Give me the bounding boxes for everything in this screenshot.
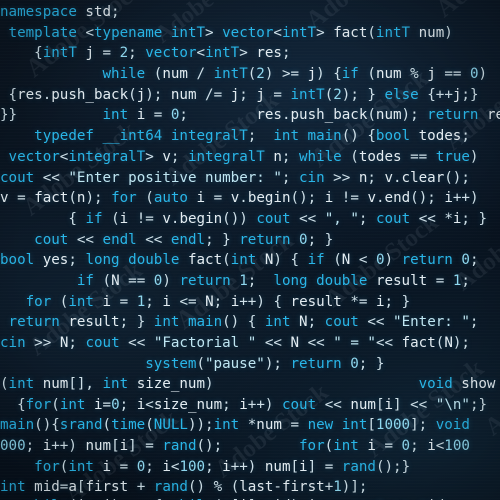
code-line: bool yes; long double fact(int N) { if (… bbox=[0, 252, 479, 268]
code-line: {res.push_back(j); num /= j; j = intT(2)… bbox=[8, 87, 479, 103]
code-line: }} int i = 0; res.push_back(num); return… bbox=[0, 107, 500, 123]
code-line: for (int i = 1; i <= N; i++) { result *=… bbox=[25, 294, 411, 310]
code-line: int mid=a[first + rand() % (last-first+1… bbox=[0, 479, 368, 495]
code-line: {intT j = 2; vector<intT> res; bbox=[34, 45, 291, 61]
code-line: if (N == 0) return 1; long double result… bbox=[76, 273, 470, 289]
code-line: while (num / intT(2) >= j) {if (num % j … bbox=[102, 66, 488, 82]
code-line: while(i<=j) { while(a[i]<mid) i++; cout … bbox=[0, 496, 500, 500]
code-line: system("pause"); return 0; } bbox=[145, 356, 385, 372]
code-line: main(){srand(time(NULL));int *num = new … bbox=[0, 417, 470, 433]
code-background-image: Adobe StockAdobe StockAdobe StockAdobe S… bbox=[0, 0, 500, 500]
code-line: 000; i++) num[i] = rand(); for(int i = 0… bbox=[0, 438, 470, 454]
code-line: typedef __int64 integralT; int main() {b… bbox=[34, 128, 470, 144]
code-line: template <typename intT> vector<intT> fa… bbox=[8, 25, 453, 41]
code-line: cin >> N; cout << "Factorial " << N << "… bbox=[0, 335, 470, 351]
code-line: return result; } int main() { int N; cou… bbox=[8, 314, 479, 330]
code-line: cout << endl << endl; } return 0; } bbox=[34, 232, 334, 248]
code-line: cout << "Enter positive number: "; cin >… bbox=[0, 170, 470, 186]
code-line: for(int i = 0; i<100; i++) num[i] = rand… bbox=[34, 459, 411, 475]
code-line: v = fact(n); for (auto i = v.begin(); i … bbox=[0, 190, 479, 206]
code-line: { if (i != v.begin()) cout << ", "; cout… bbox=[68, 211, 488, 227]
source-code-block: namespace std; using template <typename … bbox=[0, 0, 500, 500]
code-line: namespace std; using bbox=[0, 4, 120, 20]
code-line: vector<integralT> v; integralT n; while … bbox=[8, 149, 479, 165]
code-line: {for(int i=0; i<size_num; i++) cout << n… bbox=[17, 397, 488, 413]
code-line: (int num[], int size_num) void show bbox=[0, 376, 496, 392]
